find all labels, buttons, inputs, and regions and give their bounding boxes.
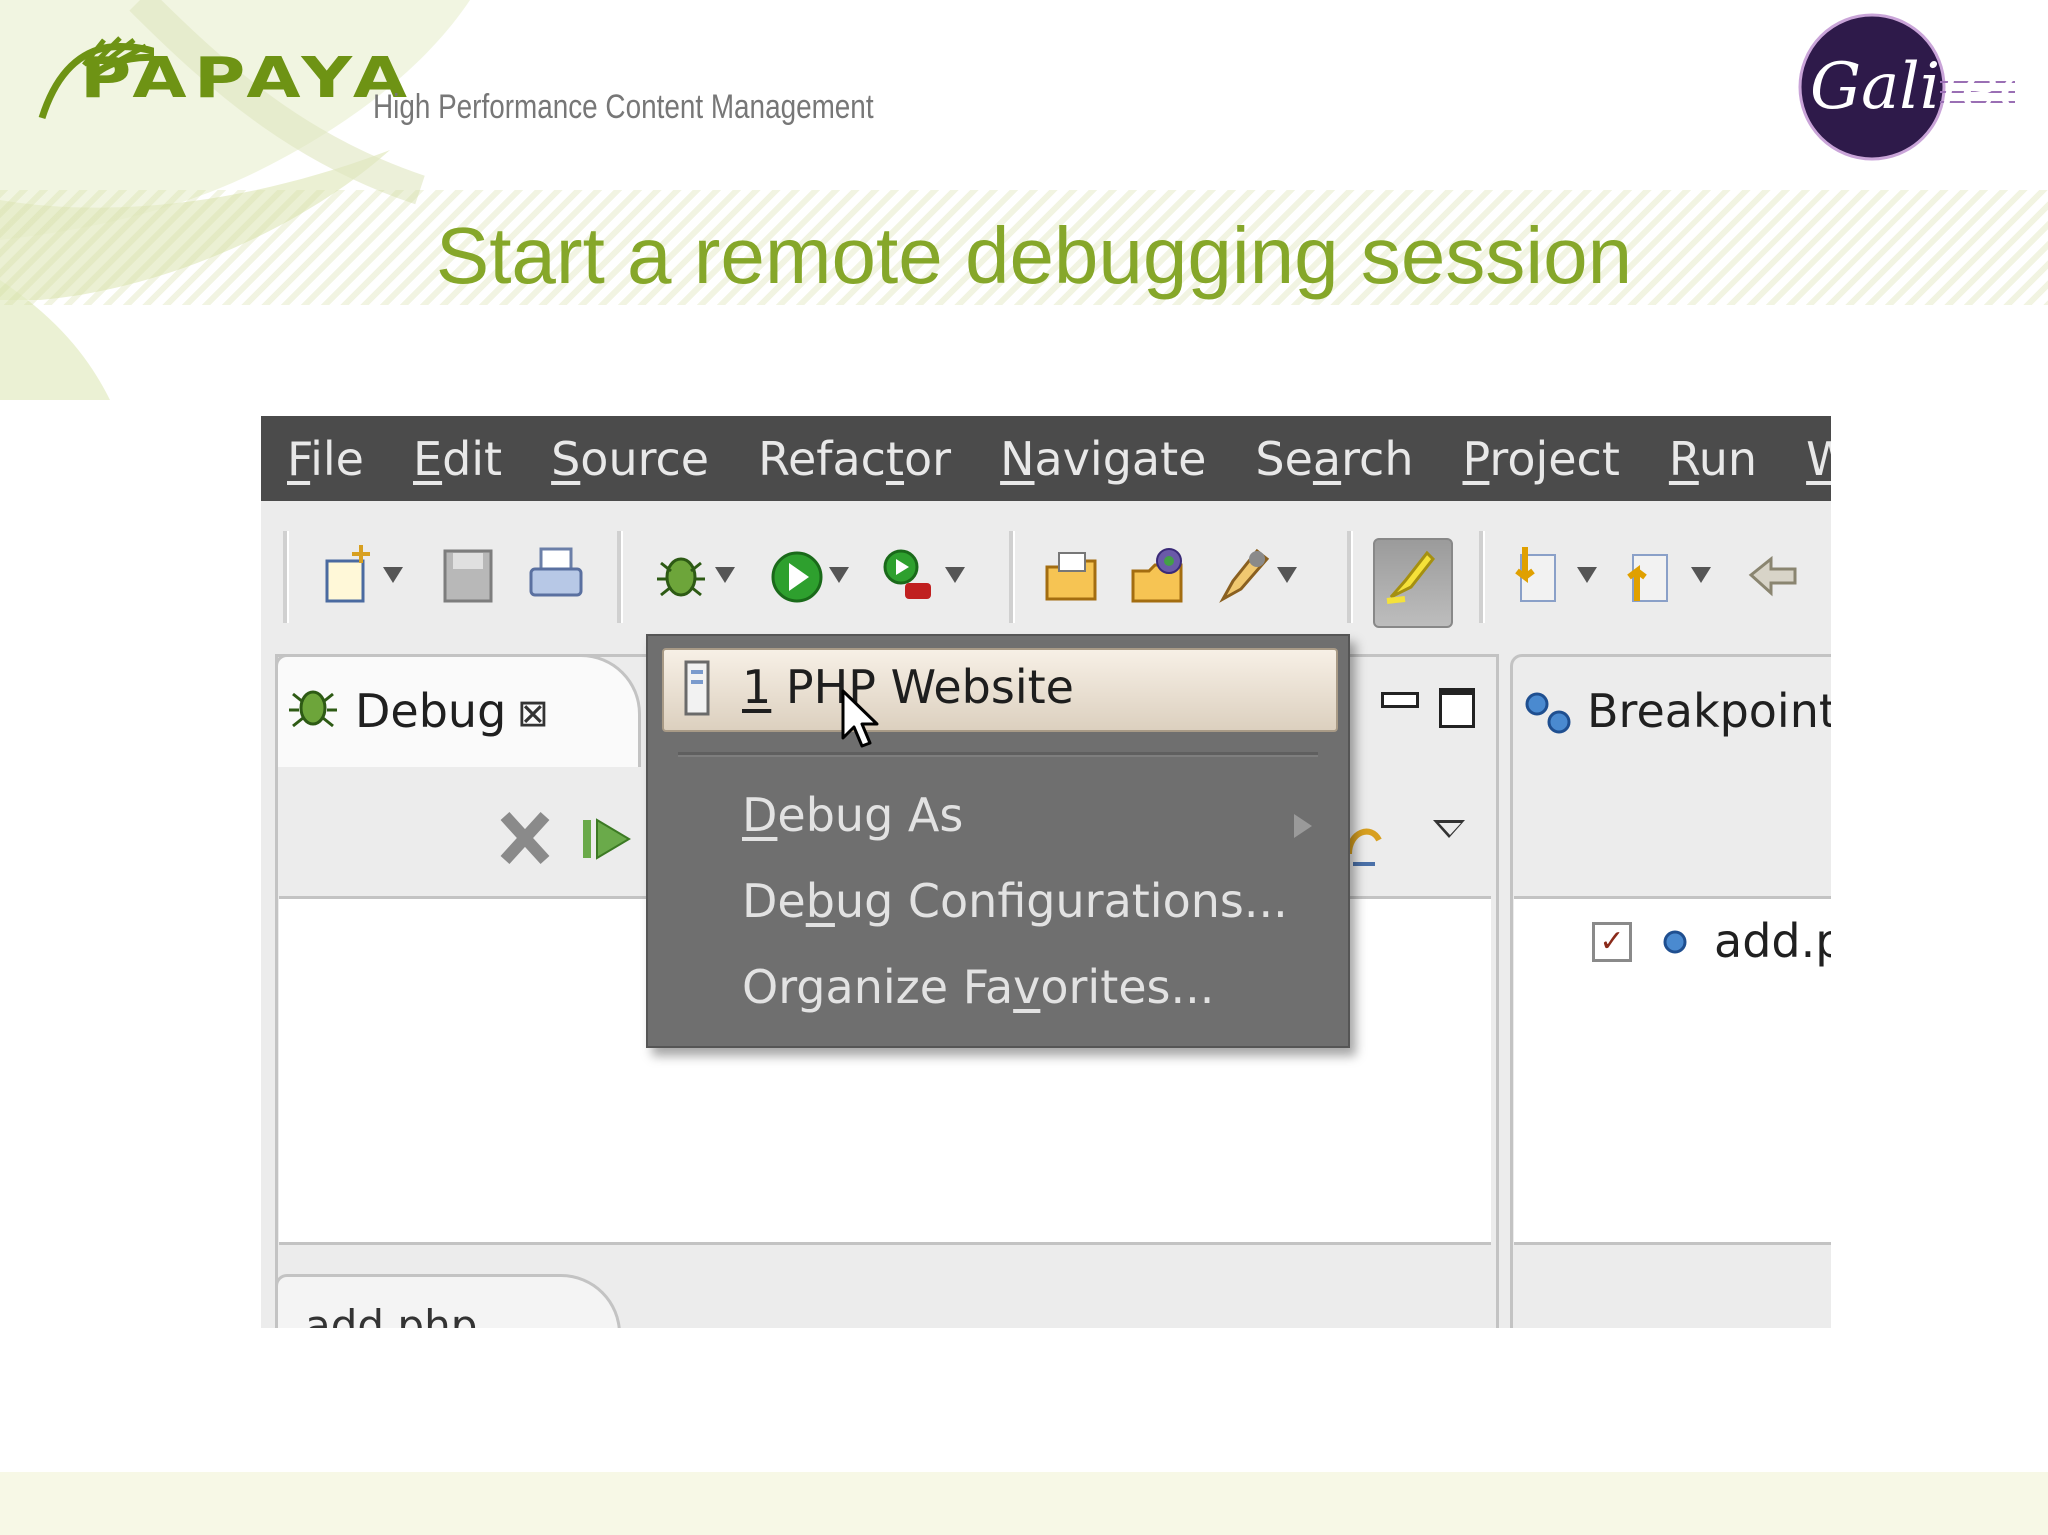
debug-bug-icon[interactable]: [653, 541, 713, 609]
menu-separator: [678, 752, 1318, 757]
editor-tab-label: add.php: [305, 1301, 478, 1328]
galileo-badge-text: Galileo: [1810, 50, 2020, 124]
toolbar-separator: [1479, 531, 1485, 623]
php-server-icon: [684, 660, 710, 716]
submenu-arrow-icon: [1294, 814, 1312, 838]
menu-source[interactable]: Source: [551, 432, 709, 486]
new-wizard-icon[interactable]: [321, 541, 381, 609]
menu-navigate[interactable]: Navigate: [1000, 432, 1206, 486]
menu-run[interactable]: Run: [1669, 432, 1757, 486]
main-toolbar: [261, 501, 1831, 629]
previous-annotation-icon[interactable]: [1623, 541, 1683, 609]
view-menu-icon-inner: [1439, 823, 1461, 835]
debug-bug-icon: [289, 690, 337, 728]
next-annotation-icon[interactable]: [1511, 541, 1571, 609]
back-icon[interactable]: [1745, 541, 1805, 609]
menu-file[interactable]: File: [287, 432, 364, 486]
breakpoint-item-label[interactable]: add.p: [1714, 914, 1831, 968]
breakpoints-tab-label[interactable]: Breakpoints: [1587, 684, 1831, 738]
menu-item-organize-favorites[interactable]: Organize Favorites...: [742, 960, 1214, 1014]
minimize-icon[interactable]: [1381, 692, 1419, 708]
galileo-badge-logo: Galileo: [1798, 13, 2020, 161]
search-pen-icon[interactable]: [1213, 541, 1273, 609]
mouse-pointer-icon: [841, 689, 879, 748]
run-icon[interactable]: [769, 541, 829, 609]
menu-edit[interactable]: Edit: [413, 432, 502, 486]
open-type-icon[interactable]: [1129, 541, 1189, 609]
external-tools-dropdown-arrow[interactable]: [945, 567, 965, 583]
menu-window[interactable]: Wind: [1806, 432, 1831, 486]
breakpoints-icon: [1525, 692, 1571, 734]
menu-refactor[interactable]: Refactor: [758, 432, 951, 486]
toolbar-separator: [617, 531, 623, 623]
menu-bar: File Edit Source Refactor Navigate Searc…: [261, 416, 1831, 501]
new-dropdown-arrow[interactable]: [383, 567, 403, 583]
run-external-icon[interactable]: [879, 541, 939, 609]
maximize-icon[interactable]: [1439, 688, 1475, 728]
previous-annotation-dropdown-arrow[interactable]: [1691, 567, 1711, 583]
menu-item-php-website-label: 1 PHP Website: [742, 660, 1074, 714]
toolbar-separator: [1009, 531, 1015, 623]
remove-terminated-icon[interactable]: [497, 808, 553, 868]
run-dropdown-arrow[interactable]: [829, 567, 849, 583]
logo-wordmark: PAPAYA: [80, 46, 415, 111]
breakpoint-checkbox[interactable]: ✓: [1592, 922, 1632, 962]
next-annotation-dropdown-arrow[interactable]: [1577, 567, 1597, 583]
logo-tagline: High Performance Content Management: [373, 88, 874, 126]
breakpoint-dot-icon: [1663, 930, 1687, 954]
resume-icon[interactable]: [581, 814, 635, 864]
search-dropdown-arrow[interactable]: [1277, 567, 1297, 583]
open-folder-icon[interactable]: [1043, 541, 1103, 609]
menu-item-debug-as[interactable]: Debug As: [742, 788, 963, 842]
eclipse-screenshot: File Edit Source Refactor Navigate Searc…: [261, 416, 1831, 1328]
menu-project[interactable]: Project: [1462, 432, 1619, 486]
menu-item-debug-configurations[interactable]: Debug Configurations...: [742, 874, 1288, 928]
toolbar-separator: [283, 531, 289, 623]
debug-tab-label: Debug: [355, 684, 507, 738]
highlight-icon[interactable]: [1381, 541, 1441, 609]
slide-title: Start a remote debugging session: [435, 211, 1633, 300]
debug-dropdown-menu: 1 PHP Website Debug As Debug Configurati…: [646, 634, 1350, 1048]
toolbar-separator: [1347, 531, 1353, 623]
save-icon[interactable]: [439, 541, 499, 609]
print-icon[interactable]: [527, 541, 587, 609]
footer-band: [0, 1472, 2048, 1535]
debug-dropdown-arrow[interactable]: [715, 567, 735, 583]
menu-search[interactable]: Search: [1255, 432, 1413, 486]
debug-tab-close-icon[interactable]: ⊠: [517, 691, 549, 735]
